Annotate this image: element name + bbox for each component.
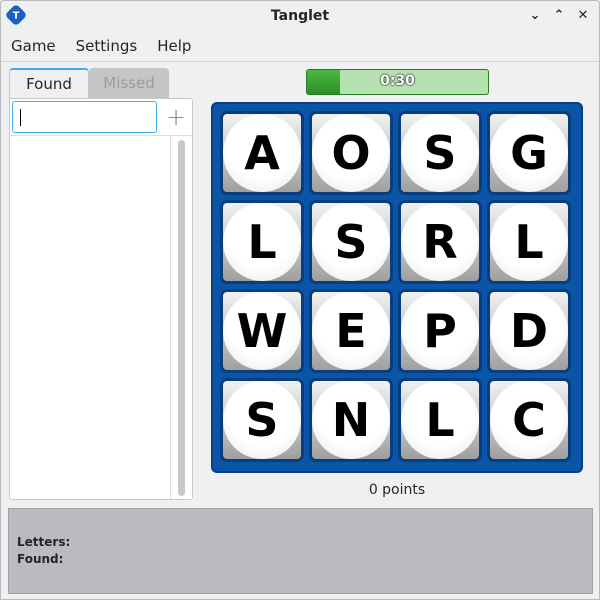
letter-tile[interactable]: O bbox=[309, 111, 393, 195]
letter-tile-letter: N bbox=[312, 381, 390, 459]
scrollbar-thumb[interactable] bbox=[178, 140, 185, 496]
timer-bar: 0:30 bbox=[306, 69, 489, 95]
maximize-icon[interactable]: ⌃ bbox=[549, 5, 569, 25]
letter-tile-letter: S bbox=[223, 381, 301, 459]
timer-text: 0:30 bbox=[380, 73, 415, 89]
letter-tile-letter: W bbox=[223, 292, 301, 370]
add-word-button[interactable]: + bbox=[160, 101, 192, 133]
letter-tile-letter: D bbox=[490, 292, 568, 370]
score-label: 0 points bbox=[368, 482, 426, 498]
word-input[interactable] bbox=[12, 101, 157, 133]
letter-tile-letter: P bbox=[401, 292, 479, 370]
letter-tile[interactable]: S bbox=[309, 200, 393, 284]
tab-found[interactable]: Found bbox=[9, 68, 89, 98]
letter-tile[interactable]: E bbox=[309, 289, 393, 373]
letter-tile[interactable]: N bbox=[309, 378, 393, 462]
tab-missed[interactable]: Missed bbox=[89, 68, 169, 98]
status-panel: Letters: Found: bbox=[8, 508, 593, 594]
letter-tile-letter: C bbox=[490, 381, 568, 459]
scrollbar[interactable] bbox=[170, 136, 192, 499]
letter-tile[interactable]: S bbox=[220, 378, 304, 462]
window-title: Tanglet bbox=[270, 7, 330, 24]
letter-tile-letter: L bbox=[223, 203, 301, 281]
letter-tile-letter: L bbox=[401, 381, 479, 459]
app-window: T Tanglet ⌄ ⌃ ✕ Game Settings Help Found… bbox=[0, 0, 600, 600]
letter-tile[interactable]: L bbox=[487, 200, 571, 284]
letter-tile-letter: O bbox=[312, 114, 390, 192]
letter-tile[interactable]: S bbox=[398, 111, 482, 195]
letter-tile[interactable]: L bbox=[220, 200, 304, 284]
close-icon[interactable]: ✕ bbox=[573, 5, 593, 25]
menu-help[interactable]: Help bbox=[147, 37, 201, 55]
letter-tile[interactable]: W bbox=[220, 289, 304, 373]
letters-label: Letters: bbox=[17, 535, 71, 549]
letter-board: AOSGLSRLWEPDSNLC bbox=[211, 102, 583, 473]
letter-tile[interactable]: A bbox=[220, 111, 304, 195]
found-words-list bbox=[10, 135, 192, 499]
found-label: Found: bbox=[17, 552, 64, 566]
letter-tile-letter: E bbox=[312, 292, 390, 370]
text-caret bbox=[20, 109, 21, 126]
letter-tile-letter: S bbox=[401, 114, 479, 192]
letter-tile[interactable]: G bbox=[487, 111, 571, 195]
menu-bar: Game Settings Help bbox=[1, 31, 599, 62]
found-words-panel: + bbox=[9, 98, 193, 500]
letter-tile-letter: S bbox=[312, 203, 390, 281]
title-bar: T Tanglet ⌄ ⌃ ✕ bbox=[1, 1, 599, 30]
letter-tile[interactable]: P bbox=[398, 289, 482, 373]
letter-tile-letter: G bbox=[490, 114, 568, 192]
letter-tile-letter: R bbox=[401, 203, 479, 281]
letter-tile-letter: A bbox=[223, 114, 301, 192]
menu-settings[interactable]: Settings bbox=[66, 37, 148, 55]
menu-game[interactable]: Game bbox=[1, 37, 66, 55]
letter-tile-letter: L bbox=[490, 203, 568, 281]
tanglet-app-icon: T bbox=[4, 3, 28, 27]
letter-tile[interactable]: R bbox=[398, 200, 482, 284]
minimize-icon[interactable]: ⌄ bbox=[525, 5, 545, 25]
letter-tile[interactable]: L bbox=[398, 378, 482, 462]
letter-tile[interactable]: D bbox=[487, 289, 571, 373]
letter-tile[interactable]: C bbox=[487, 378, 571, 462]
